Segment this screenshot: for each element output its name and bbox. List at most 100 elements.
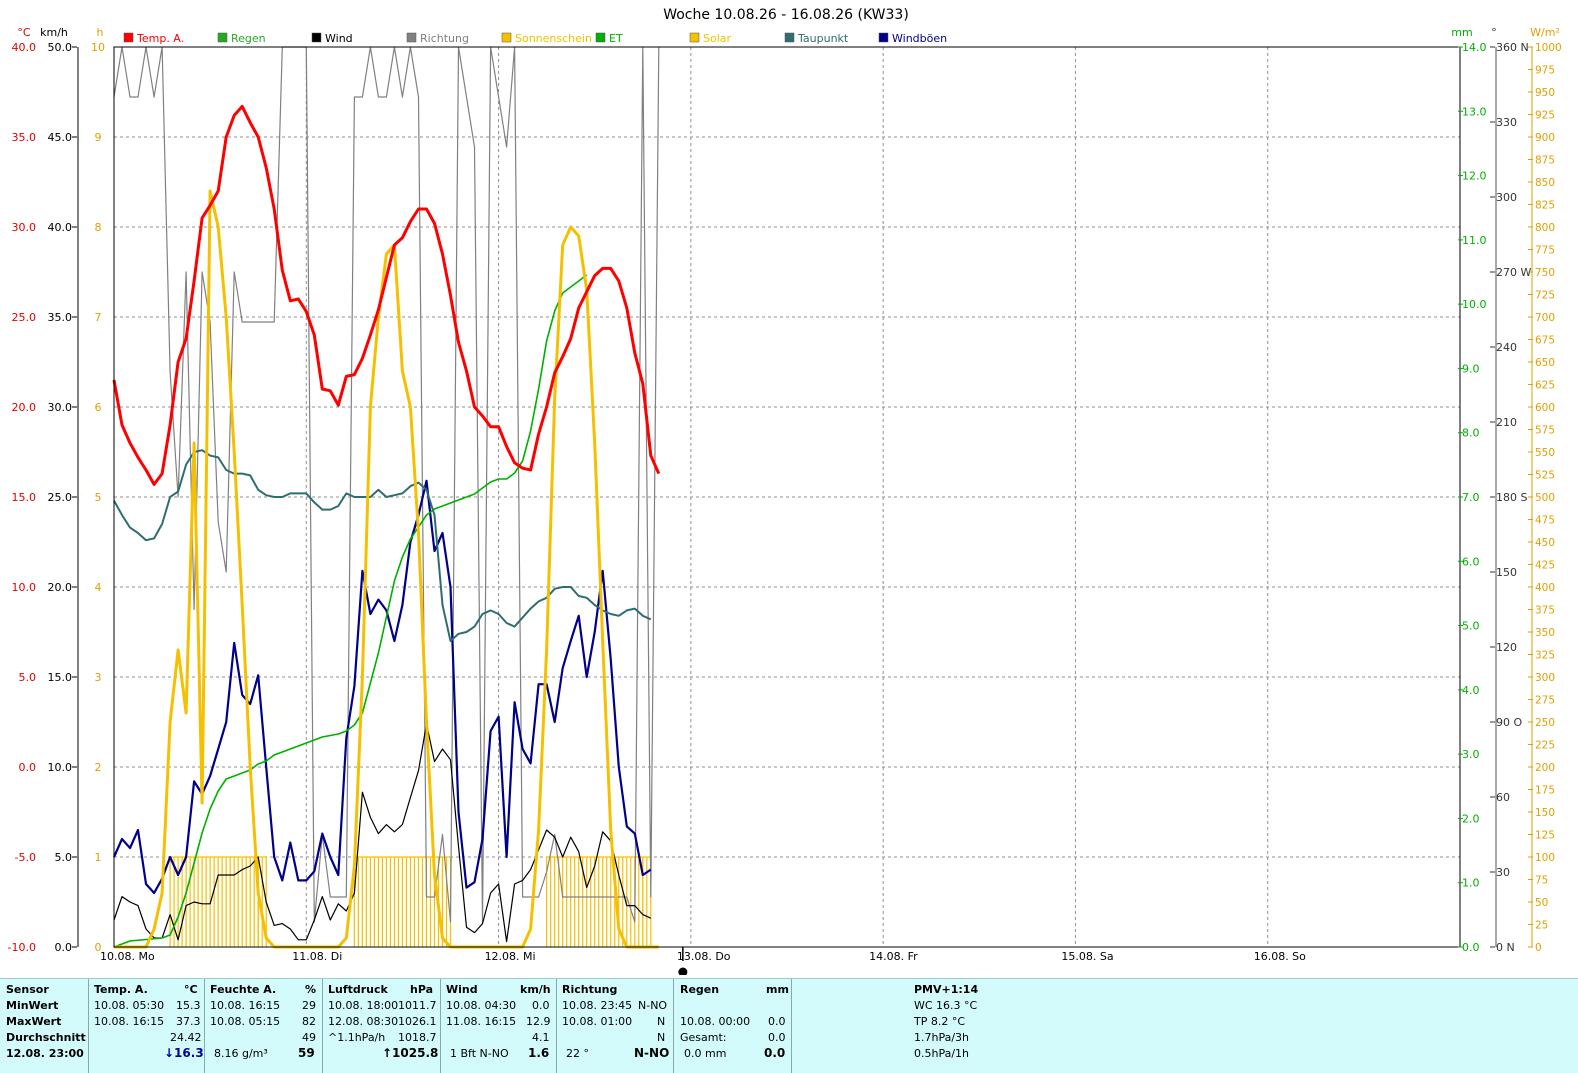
- wm2-tick: 675: [1535, 335, 1555, 347]
- temp-now: ↓16.3: [164, 1046, 204, 1060]
- temp-header: Temp. A.: [94, 983, 148, 996]
- weather-chart: Woche 10.08.26 - 16.08.26 (KW33) 40.035.…: [8, 7, 1562, 975]
- wm2-tick: 650: [1535, 357, 1555, 369]
- legend-swatch: [784, 32, 795, 43]
- mm-tick: 14.0: [1462, 41, 1487, 54]
- temp-tick: 0.0: [19, 761, 37, 774]
- h-tick: 10: [91, 41, 105, 54]
- deg-tick: 60: [1496, 791, 1510, 804]
- pmv-pressure-3h: 1.7hPa/3h: [914, 1031, 970, 1044]
- legend-label: Temp. A.: [136, 32, 184, 45]
- wm2-tick: 175: [1535, 785, 1555, 797]
- separator: [440, 979, 441, 1073]
- legend-swatch: [123, 32, 134, 43]
- luftdruck-unit: hPa: [410, 983, 434, 996]
- deg-tick: 90 O: [1496, 716, 1522, 729]
- regen-unit: mm: [766, 983, 789, 996]
- luftdruck-trend: ^1.1hPa/h: [328, 1031, 386, 1044]
- richtung-avg: N: [657, 1031, 666, 1044]
- wm2-tick: 750: [1535, 267, 1555, 279]
- wind-min: 0.0: [532, 999, 550, 1012]
- feuchte-now: 59: [298, 1046, 315, 1060]
- feuchte-unit: %: [305, 983, 317, 996]
- wm2-tick: 525: [1535, 470, 1555, 482]
- wm2-tick: 275: [1535, 695, 1555, 707]
- wm2-tick: 925: [1535, 110, 1555, 122]
- wm2-tick: 950: [1535, 87, 1555, 99]
- wind-unit: km/h: [520, 983, 551, 996]
- wm2-tick: 75: [1535, 875, 1548, 887]
- wm2-tick: 625: [1535, 380, 1555, 392]
- regen-now-extra: 0.0 mm: [684, 1047, 727, 1060]
- kmh-tick: 50.0: [48, 41, 73, 54]
- feuchte-min: 29: [302, 999, 316, 1012]
- regen-r1: 0.0: [768, 1015, 786, 1028]
- axes: 40.035.030.025.020.015.010.05.00.0-5.0-1…: [8, 26, 1562, 975]
- temp-tick: 25.0: [12, 311, 37, 324]
- h-tick: 5: [95, 491, 102, 504]
- mm-tick: 9.0: [1462, 362, 1480, 375]
- feuchte-max-time: 10.08. 05:15: [210, 1015, 281, 1028]
- kmh-tick: 30.0: [48, 401, 73, 414]
- feuchte-max: 82: [302, 1015, 316, 1028]
- h-tick: 3: [95, 671, 102, 684]
- temp-tick: 30.0: [12, 221, 37, 234]
- legend-swatch: [595, 32, 606, 43]
- legend: Temp. A. Regen Wind Richtung Sonnenschein ET S…: [123, 32, 947, 45]
- day-label: 14.08. Fr: [869, 950, 918, 963]
- separator: [322, 979, 323, 1073]
- legend-label: Sonnenschein: [515, 32, 592, 45]
- day-label: 12.08. Mi: [485, 950, 536, 963]
- temp-min-time: 10.08. 05:30: [94, 999, 165, 1012]
- now-label: 12.08. 23:00: [6, 1047, 84, 1060]
- feuchte-abs: 8.16 g/m³: [214, 1047, 268, 1060]
- deg-tick: 240: [1496, 341, 1517, 354]
- temp-tick: 40.0: [12, 41, 37, 54]
- wm2-unit-label: W/m²: [1530, 26, 1560, 39]
- separator: [791, 979, 792, 1073]
- deg-tick: 0 N: [1496, 941, 1515, 954]
- h-unit-label: h: [97, 26, 104, 39]
- mm-tick: 6.0: [1462, 555, 1480, 568]
- richtung-max-time: 10.08. 01:00: [562, 1015, 633, 1028]
- luftdruck-min-time: 10.08. 18:00: [328, 999, 399, 1012]
- kmh-tick: 20.0: [48, 581, 73, 594]
- legend-label: Regen: [231, 32, 266, 45]
- mm-tick: 0.0: [1462, 941, 1480, 954]
- wind-bft: 1 Bft N-NO: [450, 1047, 509, 1060]
- kmh-tick: 0.0: [55, 941, 73, 954]
- wm2-tick: 800: [1535, 222, 1555, 234]
- deg-tick: 360 N: [1496, 41, 1529, 54]
- mm-tick: 10.0: [1462, 298, 1487, 311]
- regen-header: Regen: [680, 983, 720, 996]
- kmh-tick: 5.0: [55, 851, 73, 864]
- luftdruck-min: 1011.7: [398, 999, 437, 1012]
- grid: [114, 47, 1460, 947]
- day-label: 15.08. Sa: [1061, 950, 1113, 963]
- temp-tick: 10.0: [12, 581, 37, 594]
- deg-tick: 270 W: [1496, 266, 1531, 279]
- regen-total: 0.0: [768, 1031, 786, 1044]
- series-windböen: [112, 479, 652, 895]
- deg-tick: 150: [1496, 566, 1517, 579]
- mm-tick: 4.0: [1462, 684, 1480, 697]
- temp-tick: 20.0: [12, 401, 37, 414]
- luftdruck-max: 1026.1: [398, 1015, 437, 1028]
- wm2-tick: 825: [1535, 200, 1555, 212]
- separator: [204, 979, 205, 1073]
- deg-unit-label: °: [1491, 26, 1497, 39]
- richtung-min-time: 10.08. 23:45: [562, 999, 633, 1012]
- luftdruck-max-time: 12.08. 08:30: [328, 1015, 399, 1028]
- regen-now: 0.0: [764, 1046, 786, 1060]
- pmv-header: PMV+1:14: [914, 983, 979, 996]
- separator: [673, 979, 674, 1073]
- mm-tick: 11.0: [1462, 234, 1487, 247]
- wind-header: Wind: [446, 983, 478, 996]
- wm2-tick: 400: [1535, 582, 1555, 594]
- wm2-tick: 850: [1535, 177, 1555, 189]
- wind-max-time: 11.08. 16:15: [446, 1015, 517, 1028]
- feuchte-header: Feuchte A.: [210, 983, 277, 996]
- legend-swatch: [311, 32, 322, 43]
- legend-label: Windböen: [892, 32, 947, 45]
- wm2-tick: 150: [1535, 807, 1555, 819]
